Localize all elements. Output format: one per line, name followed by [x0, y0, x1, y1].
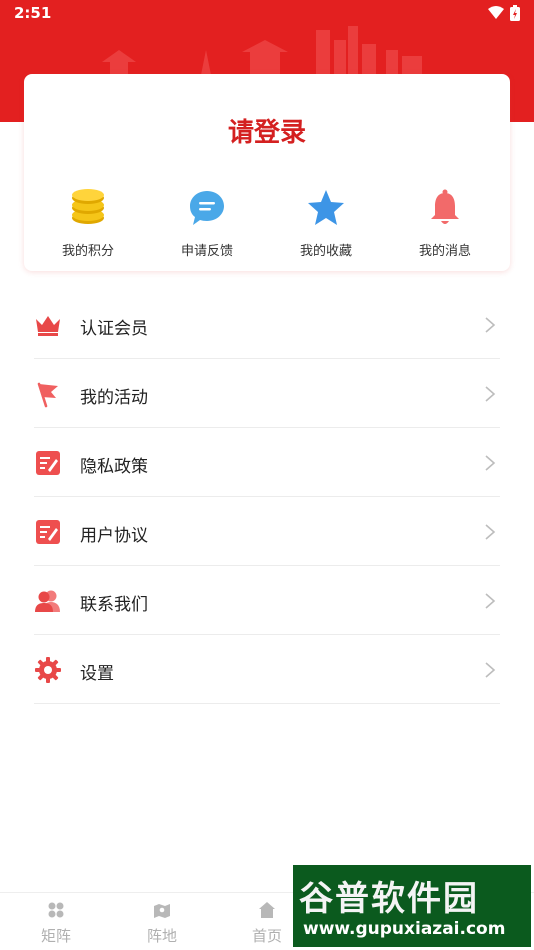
login-card: 请登录 我的积分 申请反馈 我的收藏 我的消息	[24, 74, 510, 271]
document-edit-icon	[36, 451, 60, 475]
quick-action-feedback[interactable]: 申请反馈	[152, 188, 262, 259]
site-watermark: 谷普软件园 www.gupuxiazai.com	[293, 865, 531, 947]
menu-list: 认证会员 我的活动 隐私政策 用户协议 联系我们 设置	[34, 290, 500, 704]
menu-item-label: 我的活动	[80, 388, 148, 408]
chevron-right-icon	[485, 317, 496, 333]
wifi-icon	[488, 6, 504, 19]
menu-item-label: 联系我们	[80, 595, 148, 615]
tab-label: 首页	[251, 927, 282, 945]
tab-label: 阵地	[146, 927, 177, 945]
quick-action-label: 我的收藏	[299, 244, 352, 259]
menu-item-privacy-policy[interactable]: 隐私政策	[34, 428, 500, 497]
menu-item-settings[interactable]: 设置	[34, 635, 500, 704]
menu-item-user-agreement[interactable]: 用户协议	[34, 497, 500, 566]
document-edit-icon	[36, 520, 60, 544]
quick-action-points[interactable]: 我的积分	[33, 188, 143, 259]
chevron-right-icon	[485, 524, 496, 540]
home-icon	[259, 902, 275, 918]
quick-action-label: 我的消息	[418, 244, 471, 259]
crown-icon	[36, 316, 60, 336]
watermark-url: www.gupuxiazai.com	[303, 919, 506, 939]
city-skyline-illustration	[102, 26, 422, 80]
status-time: 2:51	[14, 4, 52, 22]
watermark-title: 谷普软件园	[299, 879, 479, 919]
grid-icon	[48, 902, 64, 918]
menu-item-label: 用户协议	[80, 526, 148, 546]
menu-item-contact-us[interactable]: 联系我们	[34, 566, 500, 635]
chat-bubble-icon	[190, 191, 224, 225]
gear-icon	[35, 657, 61, 683]
menu-item-my-activities[interactable]: 我的活动	[34, 359, 500, 428]
chevron-right-icon	[485, 386, 496, 402]
flag-icon	[37, 382, 58, 408]
chevron-right-icon	[485, 662, 496, 678]
tab-matrix[interactable]: 矩阵	[21, 901, 91, 946]
menu-item-label: 设置	[80, 664, 114, 684]
chevron-right-icon	[485, 593, 496, 609]
coins-icon	[72, 189, 104, 224]
quick-action-messages[interactable]: 我的消息	[390, 188, 500, 259]
map-icon	[154, 904, 170, 918]
star-icon	[308, 190, 344, 225]
quick-action-label: 申请反馈	[180, 244, 233, 259]
quick-action-favorites[interactable]: 我的收藏	[271, 188, 381, 259]
bell-icon	[431, 189, 459, 224]
users-icon	[35, 590, 60, 612]
quick-action-label: 我的积分	[61, 244, 114, 259]
login-prompt[interactable]: 请登录	[24, 112, 510, 149]
tab-label: 矩阵	[40, 927, 71, 945]
battery-icon	[510, 5, 520, 21]
tab-position[interactable]: 阵地	[127, 901, 197, 946]
tab-home[interactable]: 首页	[232, 901, 302, 946]
status-bar: 2:51	[0, 0, 534, 28]
menu-item-label: 隐私政策	[80, 457, 148, 477]
chevron-right-icon	[485, 455, 496, 471]
menu-item-certified-member[interactable]: 认证会员	[34, 290, 500, 359]
menu-item-label: 认证会员	[80, 319, 148, 339]
